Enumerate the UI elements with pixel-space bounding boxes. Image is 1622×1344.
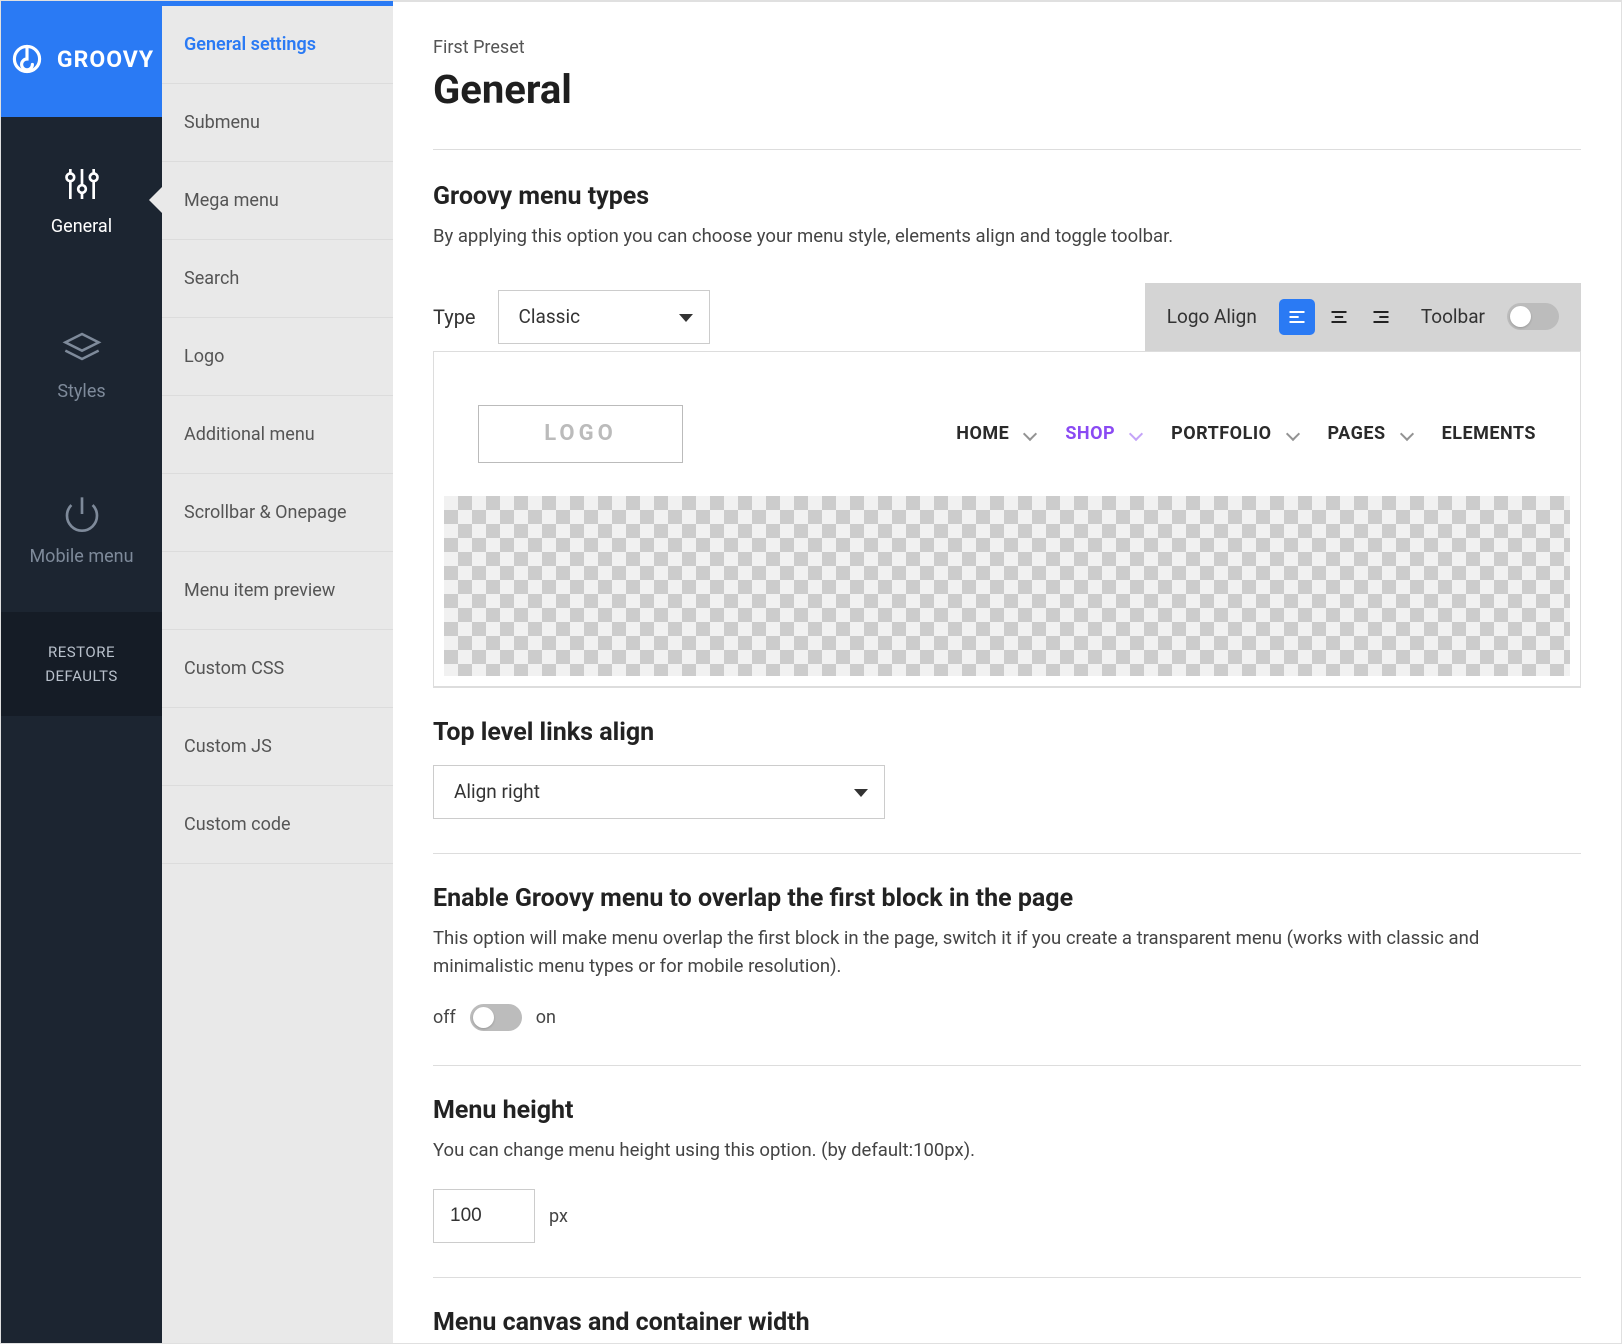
subnav-label: Custom JS [184,736,272,757]
section-top-level-align: Top level links align Align right [433,687,1581,853]
rail-item-styles[interactable]: Styles [1,282,162,447]
subnav-label: Additional menu [184,424,315,445]
type-label: Type [433,305,476,329]
subnav-item-logo[interactable]: Logo [162,318,393,396]
logo-align-label: Logo Align [1167,305,1257,328]
subnav-label: General settings [184,34,316,55]
align-left-button[interactable] [1279,299,1315,335]
subnav-item-mega-menu[interactable]: Mega menu [162,162,393,240]
menu-height-unit: px [549,1206,568,1227]
secondary-nav: General settings Submenu Mega menu Searc… [162,1,393,1343]
preview-link-label: HOME [956,423,1009,444]
subnav-label: Custom code [184,814,291,835]
main-content: First Preset General Groovy menu types B… [393,1,1621,1343]
power-icon [60,492,104,536]
select-value: Align right [454,780,540,803]
primary-rail: GROOVY General Styles Mobile menu RESTOR… [1,1,162,1343]
subnav-item-general-settings[interactable]: General settings [162,6,393,84]
preview-logo-text: LOGO [544,421,617,446]
top-level-align-select[interactable]: Align right [433,765,885,819]
section-menu-types: Groovy menu types By applying this optio… [433,149,1581,687]
preview-link-elements[interactable]: ELEMENTS [1442,423,1536,444]
subnav-item-submenu[interactable]: Submenu [162,84,393,162]
rail-label: General [51,216,112,237]
section-overlap: Enable Groovy menu to overlap the first … [433,853,1581,1066]
align-right-button[interactable] [1363,299,1399,335]
section-desc: You can change menu height using this op… [433,1137,1581,1165]
overlap-toggle[interactable] [470,1004,522,1031]
preview-menu-links: HOME SHOP PORTFOLIO PAGES ELEMENTS [956,423,1536,444]
brand-logo-icon [9,41,45,77]
type-select-value: Classic [519,305,581,328]
preview-transparent-area [444,496,1570,676]
preview-link-shop[interactable]: SHOP [1065,423,1141,444]
align-center-icon [1329,307,1349,327]
subnav-label: Submenu [184,112,260,133]
preview-link-label: SHOP [1065,423,1115,444]
subnav-label: Scrollbar & Onepage [184,502,347,523]
logo-align-group [1279,299,1399,335]
restore-defaults-label: RESTORE DEFAULTS [45,643,118,685]
subnav-item-custom-js[interactable]: Custom JS [162,708,393,786]
overlap-off-label: off [433,1007,456,1028]
section-menu-height: Menu height You can change menu height u… [433,1065,1581,1277]
subnav-label: Logo [184,346,224,367]
rail-item-general[interactable]: General [1,117,162,282]
chevron-down-icon [1023,427,1037,441]
align-center-button[interactable] [1321,299,1357,335]
subnav-item-additional-menu[interactable]: Additional menu [162,396,393,474]
subnav-item-menu-item-preview[interactable]: Menu item preview [162,552,393,630]
section-title: Groovy menu types [433,182,1581,211]
restore-defaults-button[interactable]: RESTORE DEFAULTS [1,612,162,716]
toolbar-toggle[interactable] [1507,303,1559,330]
chevron-down-icon [1285,427,1299,441]
chevron-down-icon [1400,427,1414,441]
toolbar-toggle-label: Toolbar [1421,305,1485,328]
preview-link-label: PAGES [1328,423,1386,444]
chevron-down-icon [1129,427,1143,441]
section-title: Top level links align [433,718,1581,747]
preview-logo-box: LOGO [478,405,683,463]
section-desc: By applying this option you can choose y… [433,223,1581,251]
section-title: Enable Groovy menu to overlap the first … [433,884,1581,913]
app-root: GROOVY General Styles Mobile menu RESTOR… [0,0,1622,1344]
section-canvas-width: Menu canvas and container width Canvas w… [433,1277,1581,1343]
menu-height-input[interactable] [433,1189,535,1243]
subnav-item-scrollbar-onepage[interactable]: Scrollbar & Onepage [162,474,393,552]
rail-label: Styles [57,381,105,402]
preview-link-portfolio[interactable]: PORTFOLIO [1171,423,1297,444]
subnav-item-search[interactable]: Search [162,240,393,318]
preview-menu-bar: LOGO HOME SHOP PORTFOLIO PAGES ELEMENTS [444,372,1570,496]
menu-preview: LOGO HOME SHOP PORTFOLIO PAGES ELEMENTS [433,351,1581,687]
type-select[interactable]: Classic [498,290,710,344]
sliders-icon [60,162,104,206]
rail-label: Mobile menu [29,546,133,567]
align-left-icon [1287,307,1307,327]
layers-icon [60,327,104,371]
breadcrumb: First Preset [433,37,1581,58]
align-right-icon [1371,307,1391,327]
rail-item-mobile-menu[interactable]: Mobile menu [1,447,162,612]
subnav-label: Search [184,268,239,289]
brand-name: GROOVY [57,46,154,73]
page-title: General [433,66,1581,113]
section-title: Menu height [433,1096,1581,1125]
preview-link-label: ELEMENTS [1442,423,1536,444]
brand-header: GROOVY [1,1,162,117]
subnav-label: Mega menu [184,190,279,211]
section-title: Menu canvas and container width [433,1308,1581,1337]
subnav-label: Menu item preview [184,580,335,601]
subnav-label: Custom CSS [184,658,284,679]
subnav-item-custom-code[interactable]: Custom code [162,786,393,864]
subnav-item-custom-css[interactable]: Custom CSS [162,630,393,708]
preview-link-pages[interactable]: PAGES [1328,423,1412,444]
section-desc: This option will make menu overlap the f… [433,925,1581,981]
preview-link-label: PORTFOLIO [1171,423,1271,444]
overlap-on-label: on [536,1007,556,1028]
preview-link-home[interactable]: HOME [956,423,1035,444]
